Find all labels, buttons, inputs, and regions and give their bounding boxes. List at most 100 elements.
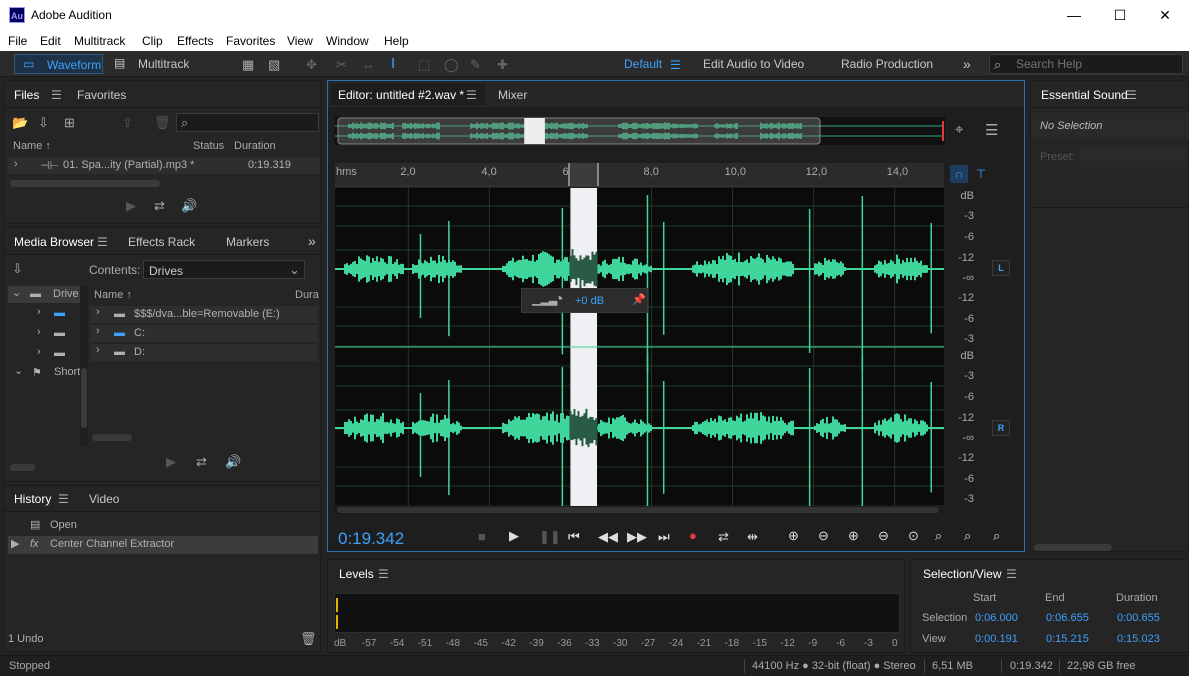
menu-window[interactable]: Window — [326, 34, 369, 48]
menu-favorites[interactable]: Favorites — [226, 34, 275, 48]
essential-sound-title[interactable]: Essential Sound — [1041, 88, 1128, 102]
tab-files[interactable]: Files — [14, 88, 39, 102]
autoplay-icon[interactable]: 🔊 — [181, 198, 197, 214]
right-channel-toggle[interactable]: R — [992, 420, 1010, 436]
maximize-button[interactable]: ☐ — [1097, 4, 1143, 26]
more-workspaces-button[interactable]: » — [963, 54, 971, 74]
files-hscrollbar[interactable] — [10, 180, 160, 187]
tab-markers[interactable]: Markers — [226, 235, 269, 249]
brush-tool-icon[interactable]: ✎ — [470, 57, 481, 73]
tree-item-drives[interactable]: ⌄ ▬ Drive — [8, 286, 80, 303]
preset-dropdown[interactable] — [1079, 147, 1187, 167]
workspace-edit-audio-to-video[interactable]: Edit Audio to Video — [703, 54, 804, 74]
search-input[interactable] — [1016, 57, 1176, 71]
editor-menu-icon[interactable]: ☰ — [466, 88, 477, 102]
history-item-open[interactable]: ▤ Open — [8, 517, 318, 534]
expand-arrow-icon[interactable]: › — [37, 346, 41, 358]
waveform-display[interactable] — [335, 188, 944, 506]
move-to-next-icon[interactable]: ⏭ — [658, 529, 670, 545]
loop-preview-icon[interactable]: ⇄ — [154, 198, 165, 214]
expand-arrow-icon[interactable]: › — [14, 158, 18, 170]
zoom-in-time-icon[interactable]: ⊕ — [848, 528, 859, 544]
spectral-pitch-icon[interactable]: ▧ — [268, 57, 280, 73]
stop-icon[interactable]: ■ — [478, 529, 486, 544]
list-item[interactable]: › ▬ D: — [90, 344, 318, 361]
time-ruler[interactable]: hms 2,04,06,08,010,012,014,0 — [335, 163, 944, 187]
move-tool-icon[interactable]: ✥ — [306, 57, 317, 73]
history-menu-icon[interactable]: ☰ — [58, 492, 69, 506]
view-start[interactable]: 0:00.191 — [975, 633, 1018, 645]
menu-help[interactable]: Help — [384, 34, 409, 48]
col-duration[interactable]: Dura — [295, 289, 319, 301]
loop-playback-icon[interactable]: ⇄ — [718, 529, 729, 545]
rewind-icon[interactable]: ◀◀ — [598, 529, 618, 545]
close-button[interactable]: ✕ — [1142, 4, 1188, 26]
collapse-arrow-icon[interactable]: ⌄ — [14, 364, 23, 377]
expand-arrow-icon[interactable]: › — [37, 326, 41, 338]
col-duration[interactable]: Duration — [234, 140, 276, 152]
zoom-in-amplitude-icon[interactable]: ⊕ — [788, 528, 799, 544]
marquee-tool-icon[interactable]: ⬚ — [418, 57, 430, 73]
zoom-in-point-icon[interactable]: ⌕ — [935, 528, 942, 544]
view-end[interactable]: 0:15.215 — [1046, 633, 1089, 645]
essential-sound-hscrollbar[interactable] — [1034, 544, 1112, 551]
tab-media-browser[interactable]: Media Browser — [14, 235, 94, 249]
overview-visible-range[interactable] — [337, 117, 821, 145]
zoom-out-point-icon[interactable]: ⌕ — [964, 528, 971, 544]
zoom-out-full-icon[interactable]: ⊙ — [908, 528, 919, 544]
waveform-hscrollbar[interactable] — [335, 506, 944, 514]
selection-view-menu-icon[interactable]: ☰ — [1006, 567, 1017, 581]
tab-video[interactable]: Video — [89, 492, 119, 506]
record-icon[interactable]: ● — [689, 528, 697, 543]
volume-knob-icon[interactable]: ◔ — [554, 291, 564, 309]
levels-menu-icon[interactable]: ☰ — [378, 567, 389, 581]
workspace-menu-icon[interactable]: ☰ — [670, 58, 681, 72]
menu-view[interactable]: View — [287, 34, 313, 48]
selection-duration[interactable]: 0:00.655 — [1117, 612, 1160, 624]
menu-file[interactable]: File — [8, 34, 27, 48]
spot-healing-tool-icon[interactable]: ✚ — [497, 57, 508, 73]
overview-navigator[interactable] — [335, 117, 945, 145]
history-item-center-channel[interactable]: ▶ fx Center Channel Extractor — [8, 536, 318, 554]
workspace-radio-production[interactable]: Radio Production — [841, 54, 933, 74]
play-preview-icon[interactable]: ▶ — [126, 198, 136, 214]
tab-effects-rack[interactable]: Effects Rack — [128, 235, 195, 249]
open-file-icon[interactable]: 📂 — [12, 115, 28, 131]
selection-start[interactable]: 0:06.000 — [975, 612, 1018, 624]
import-file-icon[interactable]: ⇩ — [38, 115, 49, 131]
workspace-default[interactable]: Default — [624, 54, 662, 74]
media-menu-icon[interactable]: ☰ — [97, 235, 108, 249]
search-help-box[interactable]: ⌕ — [989, 54, 1183, 74]
tab-history[interactable]: History — [14, 492, 51, 506]
menu-effects[interactable]: Effects — [177, 34, 213, 48]
expand-arrow-icon[interactable]: › — [96, 344, 100, 356]
col-status[interactable]: Status — [193, 140, 224, 152]
move-to-previous-icon[interactable]: ⏮ — [568, 529, 580, 545]
selection-end[interactable]: 0:06.655 — [1046, 612, 1089, 624]
more-tabs-button[interactable]: » — [308, 233, 316, 249]
list-item[interactable]: › ▬ C: — [90, 325, 318, 342]
waveform-view-button[interactable]: ▭ Waveform — [14, 54, 103, 74]
collapse-arrow-icon[interactable]: ⌄ — [12, 286, 21, 299]
file-row[interactable]: › ⊣⊢ 01. Spa...ity (Partial).mp3 * 0:19.… — [8, 157, 320, 174]
insert-icon[interactable]: ⇪ — [122, 115, 133, 131]
pause-icon[interactable]: ❚❚ — [539, 529, 561, 545]
contents-dropdown[interactable]: Drives ⌄ — [143, 260, 305, 279]
play-icon[interactable]: ▶ — [509, 528, 519, 544]
tab-mixer[interactable]: Mixer — [498, 88, 527, 102]
list-item[interactable]: › ▬ $$$/dva...ble=Removable (E:) — [90, 306, 318, 323]
menu-edit[interactable]: Edit — [40, 34, 61, 48]
autoplay-icon[interactable]: 🔊 — [225, 454, 241, 470]
ruler-selection-handle[interactable] — [568, 163, 599, 186]
menu-clip[interactable]: Clip — [142, 34, 163, 48]
view-duration[interactable]: 0:15.023 — [1117, 633, 1160, 645]
delete-icon[interactable]: 🗑 — [154, 115, 171, 131]
play-preview-icon[interactable]: ▶ — [166, 454, 176, 470]
zoom-out-amplitude-icon[interactable]: ⊖ — [818, 528, 829, 544]
left-channel-toggle[interactable]: L — [992, 260, 1010, 276]
menu-multitrack[interactable]: Multitrack — [74, 34, 125, 48]
new-file-icon[interactable]: ⊞ — [64, 115, 75, 131]
zoom-selection-icon[interactable]: ⌖ — [955, 121, 963, 138]
col-name[interactable]: Name ↑ — [94, 289, 132, 301]
trash-icon[interactable]: 🗑 — [300, 631, 317, 647]
